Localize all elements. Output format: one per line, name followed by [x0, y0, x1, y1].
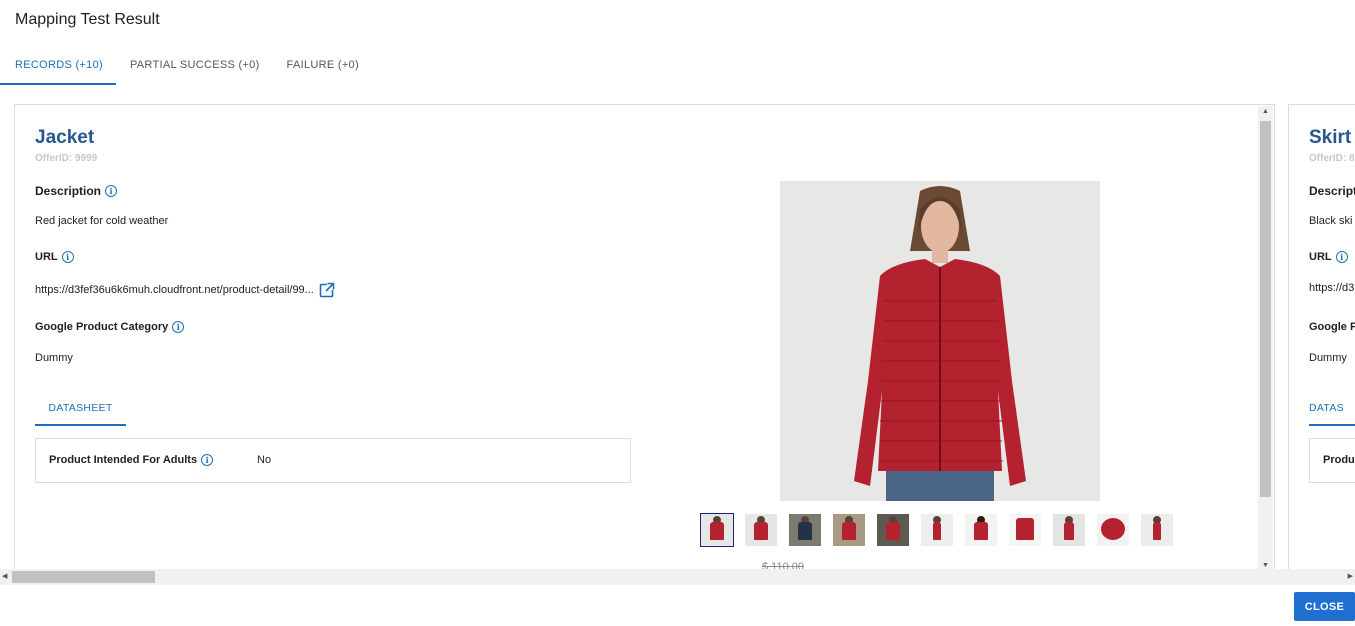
description-value: Red jacket for cold weather	[35, 215, 169, 227]
description-label-text: Description	[35, 184, 102, 198]
thumbnail[interactable]	[789, 514, 821, 546]
url-label: URL i	[35, 251, 74, 263]
info-icon[interactable]: i	[201, 454, 214, 466]
info-icon[interactable]: i	[105, 185, 118, 197]
scroll-up-arrow-icon[interactable]: ▲	[1262, 108, 1269, 115]
datasheet-label-text: Product Intended For Adults	[49, 454, 198, 466]
info-icon[interactable]: i	[1335, 251, 1348, 263]
category-value: Dummy	[1309, 352, 1347, 364]
url-value: https://d3fef36u6k6muh.cloudfront.net/pr…	[35, 282, 335, 298]
category-label-text: Google Product Category	[35, 321, 169, 333]
url-label-text: URL	[1309, 251, 1332, 263]
tab-records[interactable]: RECORDS (+10)	[0, 50, 116, 85]
category-label: Google Product Category i	[35, 321, 185, 333]
url-text: https://d3fef36u6k6muh.cloudfront.net/pr…	[35, 284, 314, 296]
tab-partial-success[interactable]: PARTIAL SUCCESS (+0)	[116, 50, 273, 85]
category-label: Google P	[1309, 321, 1355, 333]
record-card-skirt: Skirt OfferID: 8 Descript Black ski URL …	[1288, 104, 1355, 569]
tab-datasheet[interactable]: DATASHEET	[35, 391, 126, 426]
offer-id: OfferID: 8	[1309, 153, 1355, 164]
thumbnail[interactable]	[877, 514, 909, 546]
datasheet-table: Product Intended For Adults i No	[35, 438, 631, 483]
product-main-image	[780, 181, 1100, 501]
offer-id: OfferID: 9999	[35, 153, 98, 164]
category-value: Dummy	[35, 352, 73, 364]
scroll-down-arrow-icon[interactable]: ▼	[1262, 562, 1269, 569]
horizontal-scrollbar[interactable]: ◀ ▶	[0, 569, 1355, 585]
thumbnail[interactable]	[965, 514, 997, 546]
thumbnail[interactable]	[1009, 514, 1041, 546]
datasheet-row-label: Produc	[1323, 454, 1355, 466]
thumbnail[interactable]	[1097, 514, 1129, 546]
thumbnail[interactable]	[745, 514, 777, 546]
info-icon[interactable]: i	[61, 251, 74, 263]
scroll-left-arrow-icon[interactable]: ◀	[2, 572, 7, 580]
url-label-text: URL	[35, 251, 58, 263]
thumbnail-strip	[700, 513, 1173, 547]
tab-datasheet-label: DATAS	[1309, 402, 1344, 414]
product-photo	[780, 181, 1100, 501]
scrollbar-thumb[interactable]	[1260, 121, 1271, 497]
dialog-title: Mapping Test Result	[15, 11, 160, 28]
record-title: Jacket	[35, 127, 95, 148]
result-tabs: RECORDS (+10) PARTIAL SUCCESS (+0) FAILU…	[0, 50, 372, 86]
tab-failure[interactable]: FAILURE (+0)	[273, 50, 372, 85]
tab-datasheet[interactable]: DATAS	[1309, 391, 1355, 426]
scrollbar-thumb[interactable]	[12, 571, 155, 583]
description-label: Descript	[1309, 184, 1355, 198]
url-label: URL i	[1309, 251, 1348, 263]
thumbnail[interactable]	[1141, 514, 1173, 546]
datasheet-row-label: Product Intended For Adults i	[49, 454, 214, 466]
thumbnail[interactable]	[921, 514, 953, 546]
vertical-scrollbar[interactable]: ▲ ▼	[1258, 106, 1273, 569]
info-icon[interactable]: i	[172, 321, 185, 333]
product-price: $ 110.00	[762, 561, 805, 569]
scroll-right-arrow-icon[interactable]: ▶	[1348, 572, 1353, 580]
description-value: Black ski	[1309, 215, 1353, 227]
thumbnail[interactable]	[700, 513, 734, 547]
description-label: Description i	[35, 184, 118, 198]
record-title: Skirt	[1309, 127, 1352, 148]
url-value: https://d3	[1309, 282, 1355, 294]
thumbnail[interactable]	[1053, 514, 1085, 546]
open-external-icon[interactable]	[319, 282, 335, 298]
thumbnail[interactable]	[833, 514, 865, 546]
close-button[interactable]: CLOSE	[1294, 592, 1355, 621]
record-card-jacket: Jacket OfferID: 9999 Description i Red j…	[14, 104, 1275, 569]
records-scroll-area: Jacket OfferID: 9999 Description i Red j…	[0, 104, 1355, 569]
datasheet-row-value: No	[257, 454, 272, 466]
datasheet-table: Produc	[1309, 438, 1355, 483]
